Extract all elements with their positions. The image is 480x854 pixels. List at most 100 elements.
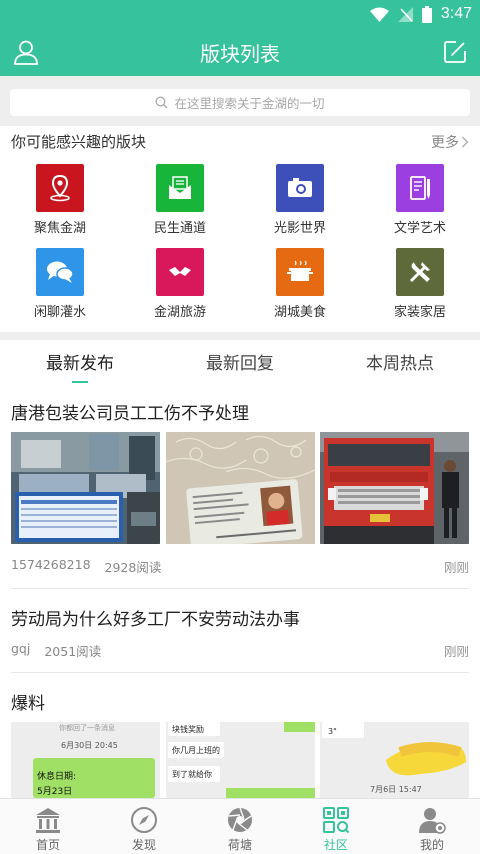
tab-replies[interactable]: 最新回复 <box>160 340 320 388</box>
truck-photo <box>320 432 469 544</box>
interest-header: 你可能感兴趣的版块 更多 <box>0 126 480 156</box>
page-title: 版块列表 <box>200 42 280 66</box>
post-title[interactable]: 爆料 <box>11 689 45 714</box>
search-input[interactable]: 在这里搜索关于金湖的一切 <box>10 89 470 116</box>
nav-discover[interactable]: 发现 <box>96 799 192 854</box>
tab-hot[interactable]: 本周热点 <box>320 340 480 388</box>
svg-text:休息日期:: 休息日期: <box>37 770 76 782</box>
nav-label: 我的 <box>419 838 444 852</box>
search-area: 在这里搜索关于金湖的一切 <box>0 76 480 126</box>
bottom-nav: 首页 发现 荷塘 社区 我的 <box>0 798 480 854</box>
post-divider <box>11 588 469 589</box>
post-image[interactable] <box>11 432 160 544</box>
svg-text:6月30日 20:45: 6月30日 20:45 <box>61 741 118 750</box>
post-reads: 2051阅读 <box>44 644 102 659</box>
board-item-focus[interactable]: 聚焦金湖 <box>10 164 110 244</box>
board-item-home[interactable]: 家装家居 <box>370 248 470 328</box>
post-meta: 1574268218 2928阅读 <box>11 557 161 576</box>
home-icon <box>36 808 60 833</box>
more-label: 更多 <box>431 135 459 151</box>
board-item-chat[interactable]: 闲聊灌水 <box>10 248 110 328</box>
wifi-icon <box>369 7 389 22</box>
board-label: 文学艺术 <box>393 221 446 236</box>
tab-label: 最新回复 <box>206 354 274 374</box>
nav-label: 社区 <box>323 838 348 852</box>
chat-bubbles-icon <box>36 248 84 296</box>
tab-latest[interactable]: 最新发布 <box>0 340 160 388</box>
more-link[interactable]: 更多 <box>431 132 469 152</box>
post-title[interactable]: 劳动局为什么好多工厂不安劳动法办事 <box>11 605 300 630</box>
status-icons: 3:47 <box>369 4 472 24</box>
travel-icon <box>156 248 204 296</box>
board-label: 聚焦金湖 <box>33 221 86 236</box>
camera-icon <box>276 164 324 212</box>
post-author: gqj <box>11 641 31 656</box>
nav-community[interactable]: 社区 <box>288 799 384 854</box>
svg-text:7月6日 15:47: 7月6日 15:47 <box>370 785 422 794</box>
post-image[interactable]: 3" 7月6日 15:47 <box>320 722 469 798</box>
board-item-food[interactable]: 湖城美食 <box>250 248 350 328</box>
chat-screenshot-3: 3" 7月6日 15:47 <box>320 722 469 798</box>
post-image[interactable] <box>320 432 469 544</box>
nav-pond[interactable]: 荷塘 <box>192 799 288 854</box>
post-time: 刚刚 <box>443 560 469 575</box>
nav-label: 首页 <box>35 838 60 852</box>
post-divider <box>11 672 469 673</box>
edit-icon[interactable] <box>442 39 468 65</box>
id-card-photo <box>166 432 315 544</box>
svg-text:3": 3" <box>328 727 337 736</box>
post-image[interactable] <box>166 432 315 544</box>
battery-icon <box>421 5 432 23</box>
tab-label: 最新发布 <box>46 354 114 374</box>
tab-label: 本周热点 <box>366 354 434 374</box>
board-label: 闲聊灌水 <box>33 305 86 320</box>
feed-tabs: 最新发布 最新回复 本周热点 <box>0 340 480 388</box>
post-author: 1574268218 <box>11 557 91 572</box>
board-item-literature[interactable]: 文学艺术 <box>370 164 470 244</box>
mail-icon <box>156 164 204 212</box>
board-label: 民生通道 <box>153 221 206 236</box>
post-meta: gqj 2051阅读 <box>11 641 101 660</box>
post-image[interactable]: 你都回了一条消息 6月30日 20:45 休息日期: 5月23日 <box>11 722 160 798</box>
board-item-livelihood[interactable]: 民生通道 <box>130 164 230 244</box>
cooking-pot-icon <box>276 248 324 296</box>
profile-icon <box>419 808 446 834</box>
notebook-pen-icon <box>396 164 444 212</box>
nav-profile[interactable]: 我的 <box>384 799 480 854</box>
aperture-icon <box>228 807 252 832</box>
post-time: 刚刚 <box>443 644 469 659</box>
nav-label: 荷塘 <box>227 838 252 852</box>
board-label: 光影世界 <box>273 221 326 236</box>
tab-indicator <box>72 381 88 383</box>
svg-text:到了就给你: 到了就给你 <box>172 769 212 779</box>
board-item-photo[interactable]: 光影世界 <box>250 164 350 244</box>
svg-text:你几月上班的: 你几月上班的 <box>172 745 220 755</box>
interest-section: 你可能感兴趣的版块 更多 聚焦金湖 民生通道 光影世界 文学艺术 闲聊灌水 金湖… <box>0 126 480 332</box>
chat-screenshot-2: 块钱奖励 你几月上班的 到了就给你 <box>166 722 315 798</box>
svg-text:你都回了一条消息: 你都回了一条消息 <box>59 723 115 732</box>
search-icon <box>156 96 168 109</box>
chevron-right-icon <box>462 136 469 148</box>
board-label: 金湖旅游 <box>153 305 206 320</box>
board-item-travel[interactable]: 金湖旅游 <box>130 248 230 328</box>
post-title[interactable]: 唐港包装公司员工工伤不予处理 <box>11 399 249 424</box>
community-grid-icon <box>323 807 350 834</box>
status-time: 3:47 <box>440 5 472 22</box>
board-label: 湖城美食 <box>273 305 326 320</box>
chat-screenshot-1: 你都回了一条消息 6月30日 20:45 休息日期: 5月23日 <box>11 722 160 798</box>
svg-text:5月23日: 5月23日 <box>37 786 72 797</box>
signal-off-icon <box>397 6 413 22</box>
section-divider <box>0 332 480 340</box>
hospital-photo <box>11 432 160 544</box>
compass-icon <box>131 807 157 833</box>
search-placeholder: 在这里搜索关于金湖的一切 <box>174 96 325 111</box>
nav-home[interactable]: 首页 <box>0 799 96 854</box>
location-pin-icon <box>36 164 84 212</box>
interest-title: 你可能感兴趣的版块 <box>11 133 147 151</box>
status-bar: 3:47 <box>0 0 480 28</box>
post-image[interactable]: 块钱奖励 你几月上班的 到了就给你 <box>166 722 315 798</box>
app-bar: 版块列表 <box>0 28 480 76</box>
board-label: 家装家居 <box>393 305 446 320</box>
page: 3:47 版块列表 在这里搜索关于金湖的一切 你可能感兴趣的版块 更多 聚焦金湖… <box>0 0 480 854</box>
svg-text:块钱奖励: 块钱奖励 <box>172 724 204 734</box>
